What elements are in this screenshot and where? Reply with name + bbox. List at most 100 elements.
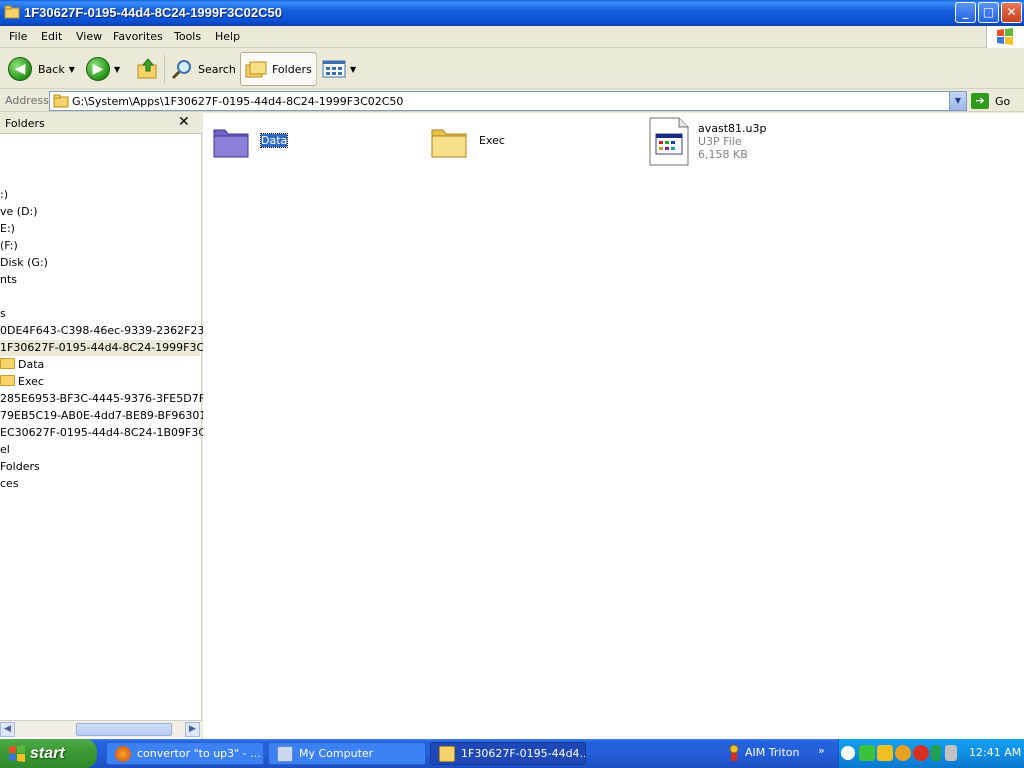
tree-item[interactable]: Disk (G:)	[0, 255, 48, 271]
back-button[interactable]: ◀ Back ▼	[8, 52, 75, 86]
tray-globe-icon[interactable]	[895, 745, 911, 761]
folders-pane: Folders ✕ :) ve (D:) E:) (F:) Disk (G:) …	[0, 113, 229, 739]
file-item-avast[interactable]: avast81.u3p U3P File 6,158 KB	[647, 117, 766, 170]
folder-icon	[0, 358, 15, 369]
folders-label: Folders	[272, 62, 312, 76]
file-type: U3P File	[698, 135, 742, 148]
file-name: Data	[259, 133, 289, 148]
menu-tools[interactable]: Tools	[174, 30, 201, 43]
tree-item[interactable]: ces	[0, 476, 19, 492]
tree-item[interactable]: (F:)	[0, 238, 18, 254]
address-dropdown-button[interactable]: ▼	[949, 92, 966, 110]
forward-button[interactable]: ▶ ▼	[86, 52, 120, 86]
my-computer-icon	[277, 745, 293, 762]
go-label: Go	[995, 94, 1011, 108]
search-label: Search	[198, 62, 236, 76]
folder-icon	[53, 94, 69, 108]
title-bar[interactable]: 1F30627F-0195-44d4-8C24-1999F3C02C50 _ □…	[0, 0, 1024, 26]
tray-back-icon[interactable]	[841, 746, 855, 760]
tree-item[interactable]: s	[0, 306, 6, 322]
quick-launch-aim[interactable]: AIM Triton	[745, 746, 799, 759]
firefox-icon	[115, 745, 131, 762]
windows-logo-icon	[986, 26, 1024, 48]
file-list-view: Data Exec avast81.u3p U3P File 6,158 KB	[203, 113, 1024, 739]
folders-pane-header: Folders ✕	[0, 113, 202, 134]
tray-network-icon[interactable]	[931, 745, 941, 761]
tree-item-exec[interactable]: Exec	[0, 374, 44, 390]
purple-folder-icon	[213, 129, 249, 158]
taskbar-button-my-computer[interactable]: My Computer	[268, 742, 426, 765]
maximize-button[interactable]: □	[978, 2, 999, 23]
scroll-thumb[interactable]	[76, 723, 172, 736]
tree-item-data[interactable]: Data	[0, 357, 44, 373]
tray-u3-icon[interactable]	[877, 745, 893, 761]
file-size: 6,158 KB	[698, 148, 748, 161]
address-input[interactable]: G:\System\Apps\1F30627F-0195-44d4-8C24-1…	[49, 91, 967, 111]
task-label: convertor "to up3" - ...	[137, 747, 261, 760]
expand-chevron-icon[interactable]: »	[818, 744, 825, 757]
up-folder-icon	[137, 58, 157, 79]
up-folder-button[interactable]	[136, 52, 160, 86]
u3p-file-icon	[649, 117, 689, 166]
folder-icon	[4, 5, 20, 19]
file-name: avast81.u3p	[698, 122, 767, 135]
views-button[interactable]: ▼	[322, 52, 356, 86]
yellow-folder-icon	[431, 129, 467, 158]
tray-alert-icon[interactable]	[913, 745, 929, 761]
tray-check-icon[interactable]	[859, 745, 875, 761]
tray-volume-icon[interactable]	[945, 745, 957, 761]
views-icon	[322, 60, 346, 78]
taskbar-button-explorer[interactable]: 1F30627F-0195-44d4...	[430, 742, 586, 765]
chevron-down-icon: ▼	[114, 64, 121, 74]
forward-arrow-icon: ▶	[86, 57, 110, 81]
tree-item[interactable]: 285E6953-BF3C-4445-9376-3FE5D7F645	[0, 391, 226, 407]
menu-help[interactable]: Help	[215, 30, 240, 43]
system-tray: 12:41 AM	[838, 739, 1024, 768]
folders-pane-title: Folders	[5, 117, 45, 130]
window-title: 1F30627F-0195-44d4-8C24-1999F3C02C50	[24, 5, 282, 20]
tree-item-label: Data	[18, 358, 45, 371]
taskbar-button-firefox[interactable]: convertor "to up3" - ...	[106, 742, 264, 765]
address-label: Address	[5, 94, 49, 107]
tree-item[interactable]: :)	[0, 187, 8, 203]
address-value: G:\System\Apps\1F30627F-0195-44d4-8C24-1…	[72, 95, 404, 108]
chevron-down-icon: ▼	[350, 64, 357, 74]
go-button[interactable]: ➔ Go	[971, 92, 1021, 110]
tree-item[interactable]: el	[0, 442, 10, 458]
folders-icon	[245, 61, 267, 78]
file-item-data[interactable]: Data	[211, 121, 289, 164]
file-name: Exec	[479, 134, 505, 147]
tree-item[interactable]: 0DE4F643-C398-46ec-9339-2362F23119	[0, 323, 225, 339]
tree-item[interactable]: nts	[0, 272, 17, 288]
file-item-exec[interactable]: Exec	[429, 121, 505, 164]
tree-item[interactable]: Folders	[0, 459, 40, 475]
tree-item[interactable]: 79EB5C19-AB0E-4dd7-BE89-BF96301D35	[0, 408, 229, 424]
windows-flag-icon	[9, 745, 25, 762]
folders-pane-close-button[interactable]: ✕	[178, 114, 190, 130]
folder-icon	[439, 745, 455, 762]
toolbar-separator	[164, 55, 165, 83]
menu-edit[interactable]: Edit	[41, 30, 62, 43]
close-button[interactable]: ✕	[1001, 2, 1022, 23]
tree-item[interactable]: E:)	[0, 221, 15, 237]
taskbar: start convertor "to up3" - ... My Comput…	[0, 739, 1024, 768]
tree-item[interactable]: ve (D:)	[0, 204, 38, 220]
back-label: Back	[38, 62, 65, 76]
tree-item-selected[interactable]: 1F30627F-0195-44d4-8C24-1999F3C02C	[0, 340, 226, 356]
folders-button[interactable]: Folders	[240, 52, 317, 86]
go-arrow-icon: ➔	[971, 93, 989, 109]
menu-file[interactable]: File	[9, 30, 27, 43]
menu-favorites[interactable]: Favorites	[113, 30, 163, 43]
back-arrow-icon: ◀	[8, 57, 32, 81]
search-button[interactable]: Search	[170, 52, 236, 86]
folder-icon	[0, 375, 15, 386]
task-label: 1F30627F-0195-44d4...	[461, 747, 586, 760]
minimize-button[interactable]: _	[955, 2, 976, 23]
scroll-left-button[interactable]: ◀	[0, 722, 15, 737]
menu-view[interactable]: View	[76, 30, 102, 43]
tree-item[interactable]: EC30627F-0195-44d4-8C24-1B09F3C02C	[0, 425, 228, 441]
start-button[interactable]: start	[0, 739, 97, 768]
horizontal-scrollbar[interactable]: ◀ ▶	[0, 720, 202, 737]
toolbar-separator	[316, 55, 317, 83]
scroll-right-button[interactable]: ▶	[185, 722, 200, 737]
